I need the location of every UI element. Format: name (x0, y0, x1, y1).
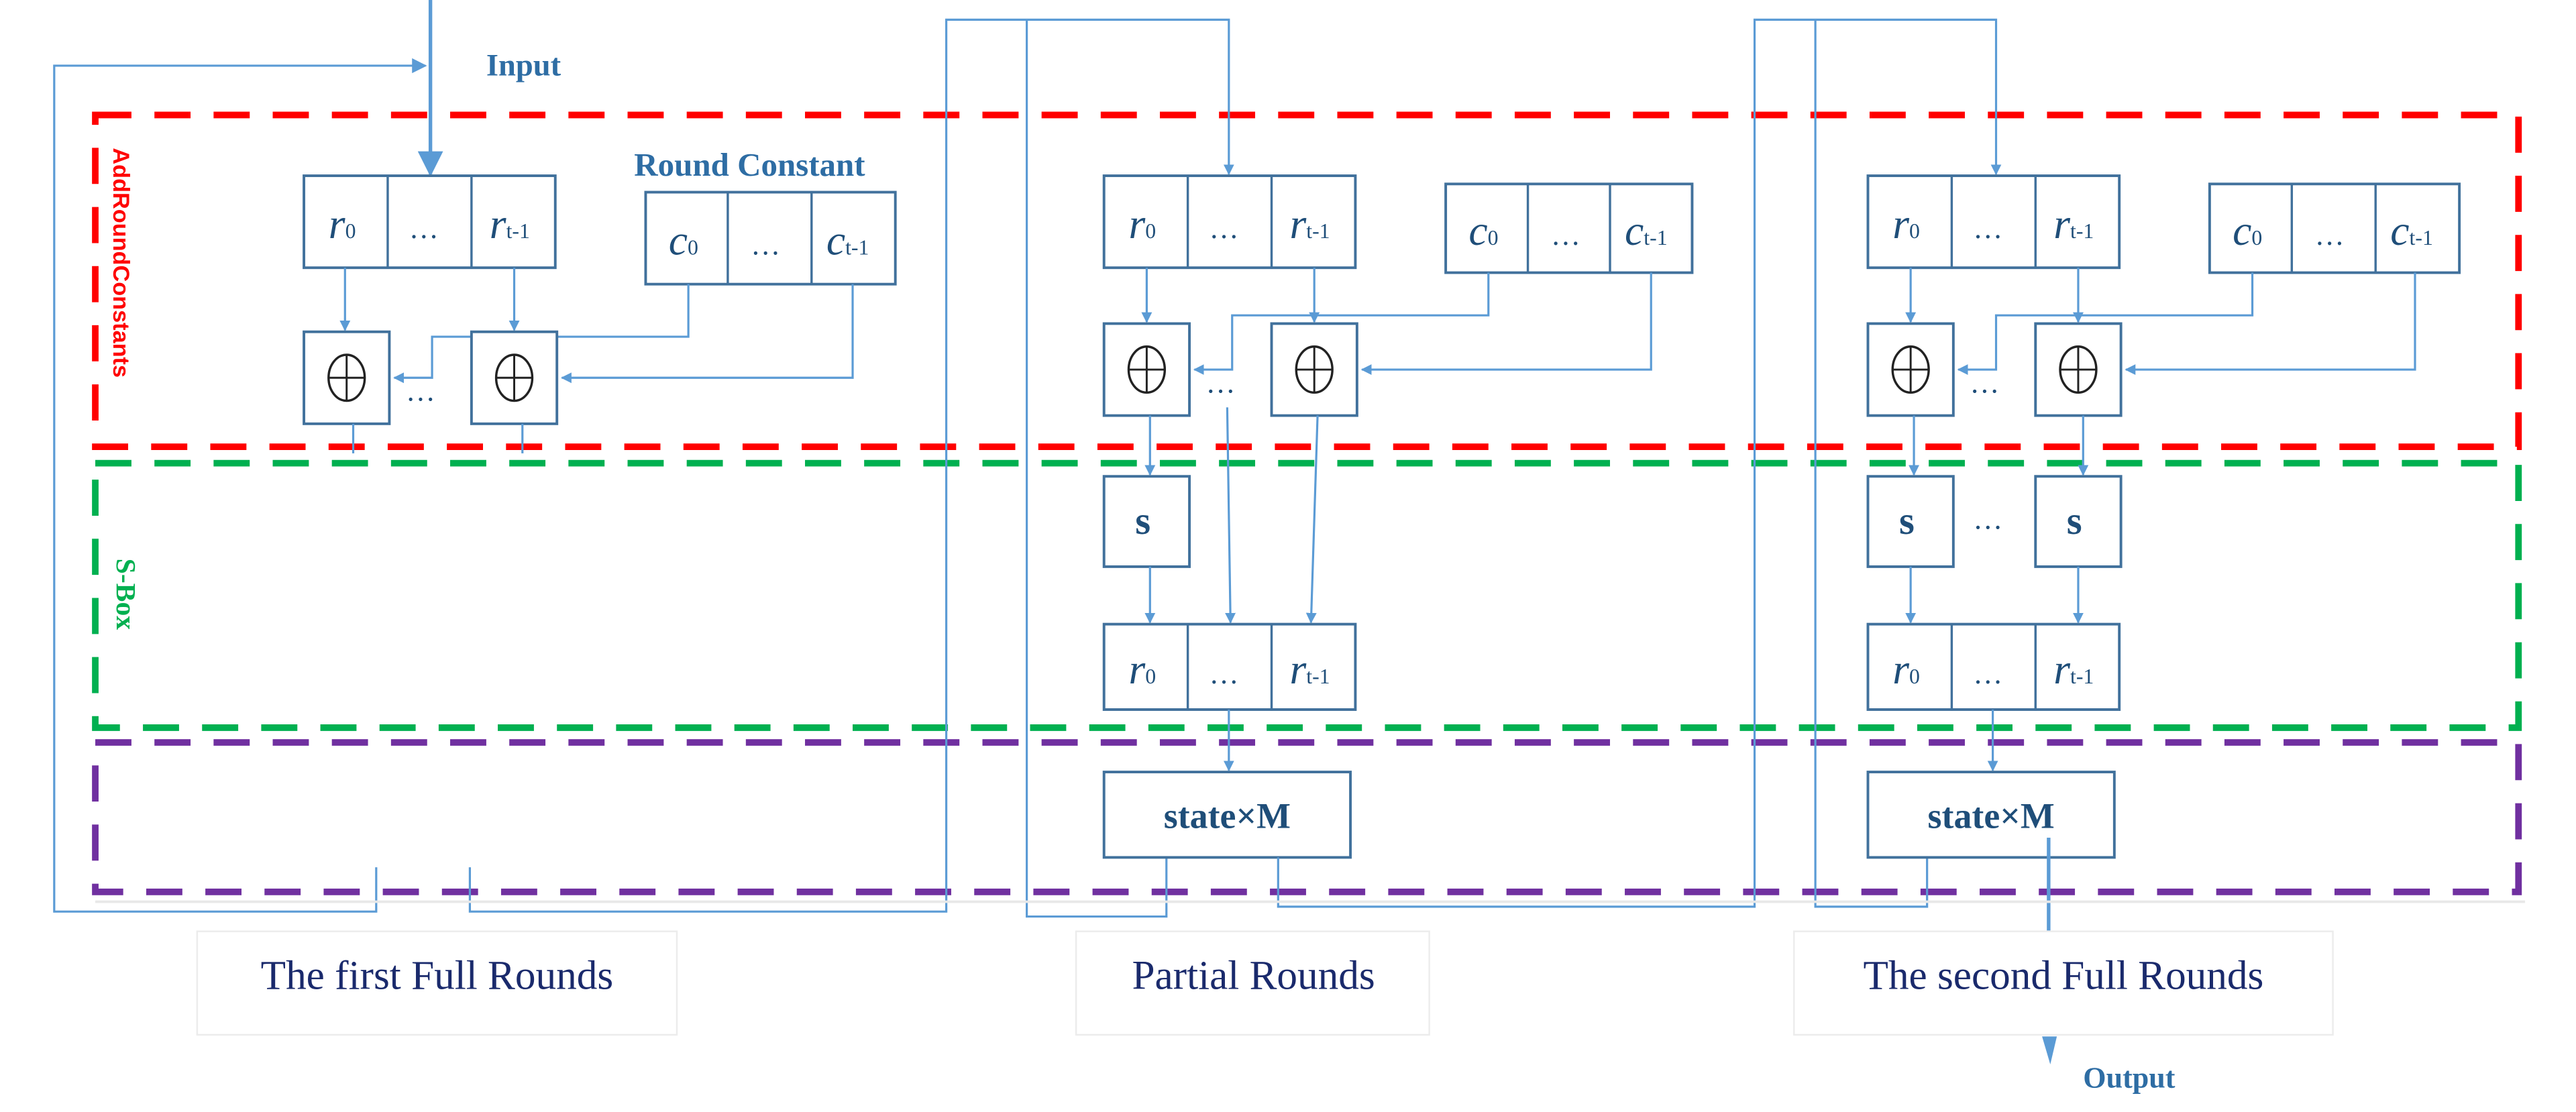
state-register: r0 … rt-1 (1102, 174, 1357, 270)
xor-ellipsis: … (1970, 366, 1999, 399)
svg-text:state×M: state×M (1164, 795, 1291, 836)
svg-text:The second Full Rounds: The second Full Rounds (1863, 952, 2263, 998)
svg-text:s: s (1899, 499, 1915, 543)
second-full-round: r0 … rt-1 c0 … ct-1 … s … s r0 … rt-1 st… (1814, 19, 2461, 940)
state-register: r0 … rt-1 (1102, 622, 1357, 711)
state-register: r0 … rt-1 (1866, 622, 2121, 711)
round-label-first: The first Full Rounds (196, 930, 678, 1036)
add-round-constants-label: AddRoundConstants (108, 148, 133, 378)
svg-text:The first Full Rounds: The first Full Rounds (261, 952, 613, 998)
cell-ellipsis: … (1209, 657, 1238, 690)
xor-gate (1270, 322, 1358, 417)
constant-register: c0 … ct-1 (2208, 182, 2461, 274)
state-register: r0 … rt-1 (303, 174, 557, 270)
s-box: s (1866, 475, 1955, 568)
xor-gate (470, 330, 559, 425)
svg-text:s: s (1135, 499, 1150, 543)
xor-ellipsis: … (406, 375, 435, 408)
s-box: s (2034, 475, 2123, 568)
sbox-ellipsis: … (1973, 503, 2002, 536)
round-constant-label: Round Constant (634, 146, 865, 183)
output-label: Output (2083, 1061, 2176, 1094)
mds-multiply-box: state×M (1866, 771, 2116, 859)
constant-register: c0 … ct-1 (644, 190, 897, 286)
svg-text:Partial Rounds: Partial Rounds (1132, 952, 1375, 998)
cell-ellipsis: … (409, 212, 439, 245)
partial-rounds: r0 … rt-1 c0 … ct-1 … s r0 … rt-1 state×… (1026, 18, 2002, 918)
constant-register: c0 … ct-1 (1444, 182, 1694, 274)
state-register: r0 … rt-1 (1866, 174, 2121, 270)
xor-gate (1866, 322, 1955, 417)
mds-multiply-box: state×M (1102, 771, 1352, 859)
s-box: s (1102, 475, 1191, 568)
cell-ellipsis: … (1551, 219, 1580, 252)
cell-ellipsis: … (1973, 657, 2002, 690)
round-label-partial: Partial Rounds (1075, 930, 1430, 1036)
xor-gate (2034, 322, 2123, 417)
svg-text:state×M: state×M (1928, 795, 2055, 836)
xor-gate (1102, 322, 1191, 417)
xor-ellipsis: … (1206, 366, 1236, 399)
cell-ellipsis: … (1209, 212, 1238, 245)
cell-ellipsis: … (1973, 212, 2002, 245)
output-arrow-icon (2042, 1036, 2057, 1064)
round-label-second: The second Full Rounds (1793, 930, 2334, 1036)
poseidon-diagram: AddRoundConstants S-Box Input r0 … rt-1 … (53, 0, 2526, 1094)
s-box-stage-label: S-Box (110, 559, 141, 630)
cell-ellipsis: … (2315, 219, 2345, 252)
svg-text:s: s (2067, 499, 2082, 543)
cell-ellipsis: … (751, 229, 780, 262)
input-label: Input (486, 49, 561, 83)
xor-gate (303, 330, 391, 425)
